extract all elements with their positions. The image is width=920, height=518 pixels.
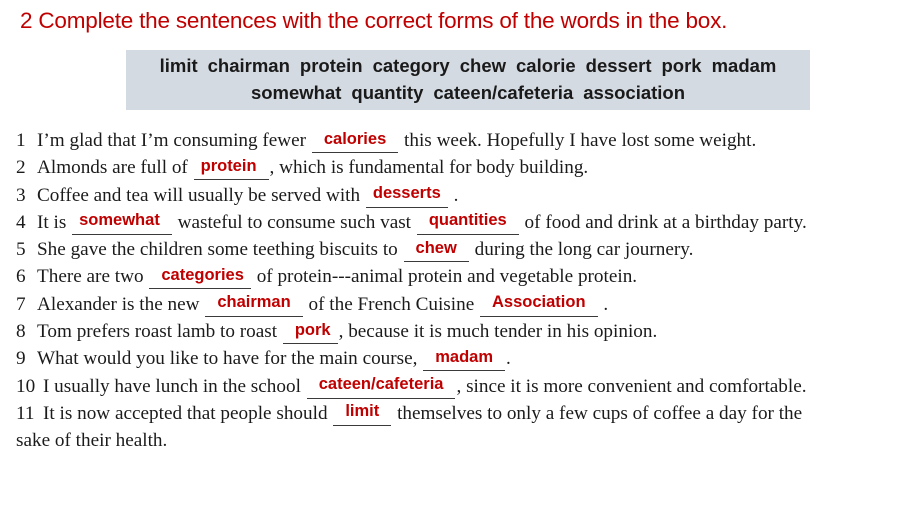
- sentence-text-before: There are two: [37, 266, 144, 288]
- word-bank-item: quantity: [351, 82, 424, 103]
- sentence-text-after: , because it is much tender in his opini…: [338, 321, 658, 343]
- word-bank-item: somewhat: [250, 82, 342, 103]
- sentence-item-8: 8 Tom prefers roast lamb to roast pork , b…: [16, 318, 911, 345]
- answer-text: chew: [415, 238, 457, 257]
- sentence-item-10: 10 I usually have lunch in the school cat…: [16, 373, 911, 400]
- word-bank-row-2: somewhat quantity cateen/cafeteria associat…: [246, 80, 690, 107]
- answer-text: cateen/cafeteria: [318, 375, 444, 394]
- sentence-text-before: Almonds are full of: [37, 157, 188, 179]
- answer-text: quantities: [428, 211, 507, 230]
- sentence-item-2: 2 Almonds are full of protein , which is f…: [16, 154, 911, 181]
- sentence-item-3: 3 Coffee and tea will usually be served w…: [16, 182, 911, 209]
- sentence-text-before: She gave the children some teething bisc…: [37, 239, 398, 261]
- answer-text: madam: [435, 347, 494, 366]
- sentence-number: 5: [16, 239, 26, 261]
- answer-text: desserts: [372, 184, 441, 203]
- answer-text: pork: [294, 320, 331, 339]
- sentence-item-11-continuation: sake of their health.: [16, 427, 911, 454]
- answer-blank-11[interactable]: limit: [333, 400, 392, 426]
- sentence-number: 3: [16, 184, 26, 206]
- sentence-continuation-text: sake of their health.: [16, 430, 168, 452]
- sentence-text-middle: wasteful to consume such vast: [177, 211, 412, 233]
- sentence-text-after: .: [603, 293, 609, 315]
- word-bank-item: chairman: [207, 55, 290, 77]
- answer-text: somewhat: [79, 211, 160, 230]
- answer-text: categories: [161, 265, 244, 284]
- answer-blank-10[interactable]: cateen/cafeteria: [306, 373, 456, 399]
- sentence-text-after: of food and drink at a birthday party.: [524, 211, 807, 233]
- answer-blank-5[interactable]: chew: [403, 236, 469, 263]
- word-bank-row-1: limit chairman protein category chew calorie d…: [155, 53, 782, 80]
- answer-text: protein: [200, 156, 257, 175]
- answer-text: limit: [345, 402, 380, 421]
- answer-blank-4a[interactable]: somewhat: [72, 209, 172, 235]
- word-bank-item: calorie: [516, 55, 576, 77]
- sentence-number: 11: [16, 402, 35, 424]
- sentence-text-after: , since it is more convenient and comfor…: [456, 375, 807, 397]
- answer-blank-7a[interactable]: chairman: [205, 291, 303, 317]
- sentence-text-after: this week. Hopefully I have lost some we…: [404, 130, 757, 151]
- sentence-text-before: I’m glad that I’m consuming fewer: [37, 130, 307, 151]
- word-bank-item: pork: [661, 55, 702, 77]
- sentence-text-before: Tom prefers roast lamb to roast: [37, 321, 278, 343]
- answer-text: calories: [323, 129, 387, 148]
- word-bank-item: dessert: [585, 55, 652, 77]
- answer-blank-2[interactable]: protein: [193, 154, 269, 181]
- word-bank-item: chew: [459, 55, 507, 77]
- sentence-item-1: 1 I’m glad that I’m consuming fewer calor…: [16, 127, 911, 154]
- sentence-text-after: , which is fundamental for body building…: [269, 157, 589, 179]
- sentence-text-before: I usually have lunch in the school: [43, 375, 301, 397]
- answer-blank-8[interactable]: pork: [282, 318, 338, 345]
- sentence-number: 4: [16, 211, 26, 233]
- worksheet-page: 2 Complete the sentences with the correc…: [0, 0, 920, 518]
- sentence-text-after: .: [506, 348, 511, 370]
- answer-blank-6[interactable]: categories: [149, 263, 251, 290]
- word-bank-box: limit chairman protein category chew calorie d…: [126, 50, 810, 110]
- sentence-text-after: themselves to only a few cups of coffee …: [397, 402, 803, 424]
- sentence-text-after: during the long car journery.: [474, 239, 694, 261]
- answer-blank-4b[interactable]: quantities: [416, 209, 519, 235]
- sentence-item-7: 7 Alexander is the new chairman of the Fr…: [16, 291, 911, 318]
- sentence-item-4: 4 It is somewhat wasteful to consume such…: [16, 209, 911, 236]
- word-bank-item: madam: [711, 55, 777, 77]
- sentence-number: 9: [16, 348, 26, 370]
- sentence-text-before: It is now accepted that people should: [43, 402, 328, 424]
- sentence-item-6: 6 There are two categories of protein---a…: [16, 263, 911, 290]
- answer-blank-1[interactable]: calories: [311, 127, 399, 153]
- answer-text: chairman: [217, 293, 291, 312]
- answer-blank-9[interactable]: madam: [423, 345, 506, 372]
- sentence-number: 10: [16, 375, 36, 397]
- sentence-text-before: Coffee and tea will usually be served wi…: [37, 184, 361, 206]
- page-title: 2 Complete the sentences with the correc…: [20, 8, 728, 33]
- sentence-text-before: It is: [37, 211, 67, 233]
- sentence-text-middle: of the French Cuisine: [308, 293, 475, 315]
- word-bank-item: category: [372, 55, 450, 77]
- sentence-text-after: .: [453, 184, 459, 206]
- answer-text: Association: [492, 293, 586, 312]
- word-bank-item: cateen/cafeteria: [433, 82, 574, 103]
- word-bank-item: protein: [299, 55, 363, 77]
- sentence-text-after: of protein---animal protein and vegetabl…: [256, 266, 638, 288]
- sentence-number: 1: [16, 130, 26, 151]
- sentence-list: 1 I’m glad that I’m consuming fewer calor…: [16, 127, 911, 455]
- sentence-text-before: What would you like to have for the main…: [37, 348, 418, 370]
- sentence-number: 6: [16, 266, 26, 288]
- sentence-item-5: 5 She gave the children some teething bis…: [16, 236, 911, 263]
- answer-blank-3[interactable]: desserts: [365, 182, 448, 208]
- word-bank-item: association: [583, 82, 686, 103]
- answer-blank-7b[interactable]: Association: [480, 291, 598, 317]
- sentence-number: 7: [16, 293, 26, 315]
- sentence-item-9: 9 What would you like to have for the mai…: [16, 345, 911, 372]
- word-bank-item: limit: [159, 55, 198, 77]
- sentence-item-11: 11 It is now accepted that people should …: [16, 400, 911, 427]
- sentence-number: 2: [16, 157, 26, 179]
- sentence-text-before: Alexander is the new: [37, 293, 200, 315]
- sentence-number: 8: [16, 321, 26, 343]
